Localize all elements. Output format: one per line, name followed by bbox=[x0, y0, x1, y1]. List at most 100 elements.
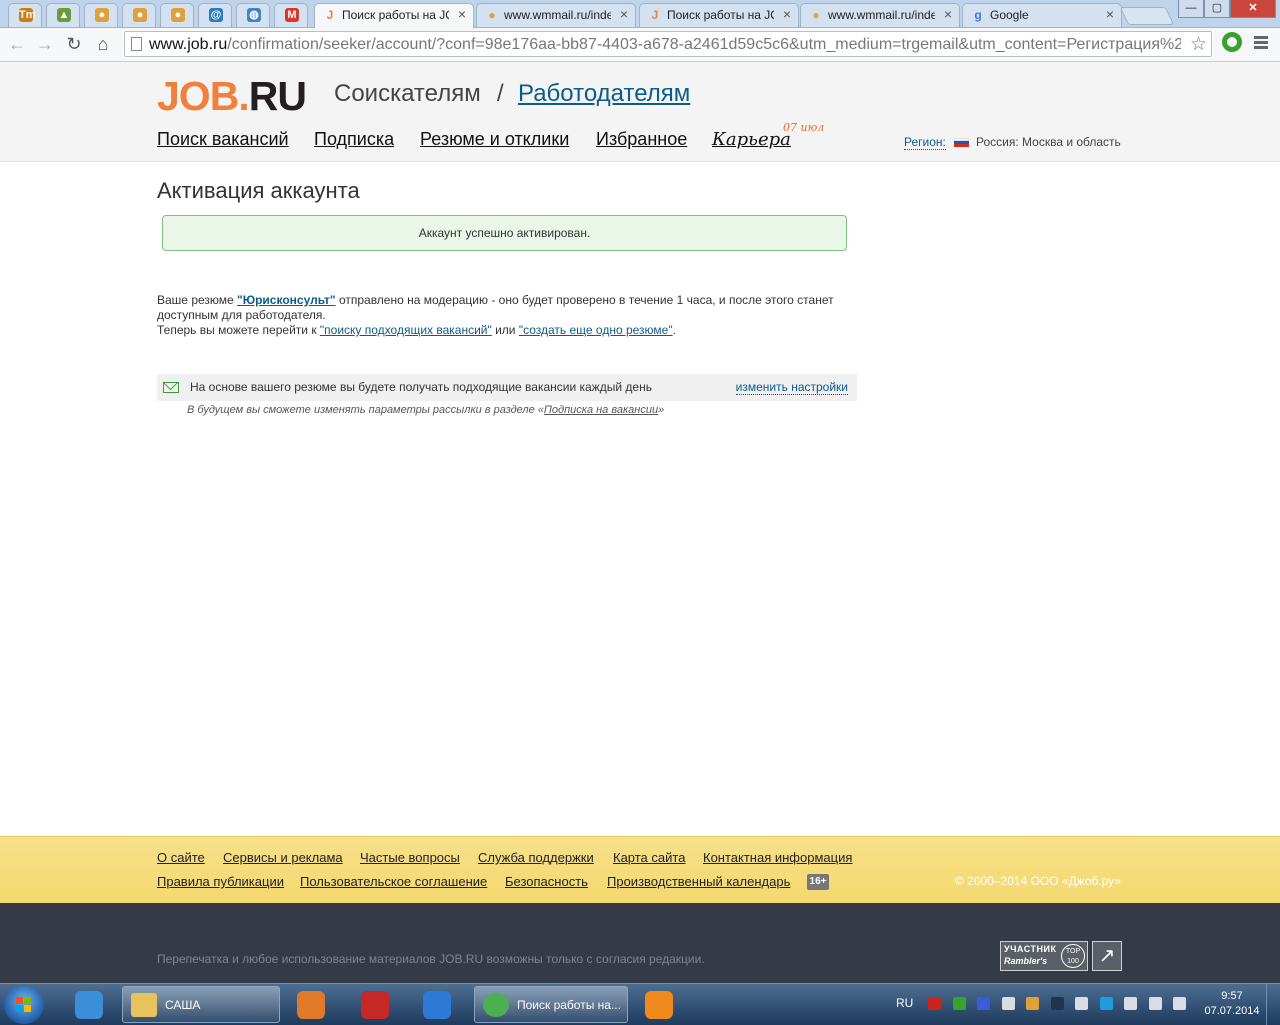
copyright: © 2000–2014 ООО «Джоб.ру» bbox=[955, 874, 1121, 888]
job-ru-icon: J bbox=[651, 8, 659, 22]
job-ru-icon: J bbox=[326, 8, 334, 22]
vacancy-subscription-link[interactable]: Подписка на вакансии bbox=[544, 404, 658, 416]
speaker-icon[interactable] bbox=[1075, 997, 1088, 1010]
audience-employers-link[interactable]: Работодателям bbox=[518, 80, 690, 108]
forward-icon[interactable]: → bbox=[34, 33, 56, 55]
pinned-tab[interactable]: Tm bbox=[8, 3, 42, 27]
media-player-icon[interactable] bbox=[284, 986, 338, 1023]
maximize-button[interactable]: ▢ bbox=[1204, 0, 1230, 18]
taskbar-task[interactable]: САША bbox=[122, 986, 280, 1023]
browser-tab[interactable]: J Поиск работы на JOB.RU × bbox=[314, 3, 474, 28]
reprint-notice: Перепечатка и любое использование матери… bbox=[157, 952, 705, 966]
disk-icon[interactable] bbox=[1001, 997, 1015, 1010]
footer-security[interactable]: Безопасность bbox=[505, 874, 588, 889]
address-bar[interactable]: www.job.ru/confirmation/seeker/account/?… bbox=[124, 31, 1212, 57]
pinned-tab[interactable]: ▲ bbox=[46, 3, 80, 27]
close-tab-icon[interactable]: × bbox=[1106, 6, 1114, 22]
resume-name-link[interactable]: "Юрисконсульт" bbox=[237, 293, 336, 307]
action-center-flag-icon[interactable] bbox=[1124, 997, 1137, 1010]
nav-favorites[interactable]: Избранное bbox=[596, 129, 687, 150]
create-resume-link[interactable]: "создать еще одно резюме" bbox=[519, 323, 673, 337]
page-title: Активация аккаунта bbox=[157, 178, 360, 203]
nav-subscription[interactable]: Подписка bbox=[314, 129, 394, 150]
skype-icon[interactable] bbox=[1099, 997, 1113, 1010]
close-tab-icon[interactable]: × bbox=[620, 6, 628, 22]
close-window-button[interactable]: ✕ bbox=[1230, 0, 1276, 18]
show-desktop-button[interactable] bbox=[1266, 984, 1280, 1025]
wmmail-icon: ● bbox=[95, 8, 109, 22]
mail-at-icon: @ bbox=[209, 8, 223, 22]
network-icon[interactable] bbox=[1148, 997, 1162, 1010]
input-language[interactable]: RU bbox=[896, 996, 913, 1010]
footer-user-agreement[interactable]: Пользовательское соглашение bbox=[300, 874, 487, 889]
footer-contacts[interactable]: Контактная информация bbox=[703, 850, 852, 865]
browser-tab[interactable]: g Google × bbox=[962, 3, 1122, 27]
find-vacancies-link[interactable]: "поиску подходящих вакансий" bbox=[320, 323, 492, 337]
pinned-tab[interactable]: M bbox=[274, 3, 308, 27]
rambler-top100-badge[interactable]: УЧАСТНИК Rambler's TOP 100 bbox=[1000, 941, 1088, 971]
footer-calendar[interactable]: Производственный календарь bbox=[607, 874, 790, 889]
browser-toolbar: ← → ↻ ⌂ www.job.ru/confirmation/seeker/a… bbox=[0, 28, 1280, 62]
chrome-menu-icon[interactable] bbox=[1254, 36, 1268, 51]
browser-tab-strip: Tm ▲ ● ● ● @ ◍ M J Поиск работы на JOB.RU × ● www.w… bbox=[0, 0, 1280, 28]
footer-sitemap[interactable]: Карта сайта bbox=[613, 850, 685, 865]
monitor-icon[interactable] bbox=[1050, 997, 1064, 1010]
bookmark-star-icon[interactable]: ☆ bbox=[1190, 33, 1207, 56]
taskbar-task[interactable]: Поиск работы на... bbox=[474, 986, 628, 1023]
close-tab-icon[interactable]: × bbox=[783, 6, 791, 22]
footer-bottom: Перепечатка и любое использование матери… bbox=[0, 903, 1280, 983]
zynga-icon[interactable] bbox=[348, 986, 402, 1023]
browser-tab[interactable]: J Поиск работы на JOB.RU × bbox=[639, 3, 799, 27]
flag-ru-icon[interactable] bbox=[977, 997, 990, 1010]
career-date: 07 июл bbox=[783, 121, 825, 134]
change-settings-link[interactable]: изменить настройки bbox=[735, 380, 848, 395]
wmmail-tray-icon[interactable] bbox=[1026, 997, 1039, 1010]
power-icon[interactable] bbox=[1173, 997, 1186, 1010]
ie-icon[interactable] bbox=[62, 986, 116, 1023]
close-tab-icon[interactable]: × bbox=[458, 6, 466, 22]
age-rating-badge: 16+ bbox=[807, 874, 829, 890]
footer-publication-rules[interactable]: Правила публикации bbox=[157, 874, 284, 889]
address-url[interactable]: www.job.ru/confirmation/seeker/account/?… bbox=[149, 36, 1181, 54]
pinned-tab[interactable]: ● bbox=[160, 3, 194, 27]
footer-support[interactable]: Служба поддержки bbox=[478, 850, 594, 865]
russia-flag-icon bbox=[954, 138, 969, 147]
clock[interactable]: 9:57 07.07.2014 bbox=[1200, 989, 1264, 1019]
extension-icon[interactable] bbox=[1222, 32, 1242, 52]
wmmail-icon: ● bbox=[812, 8, 820, 22]
network-green-icon[interactable] bbox=[952, 997, 966, 1010]
footer-about[interactable]: О сайте bbox=[157, 850, 205, 865]
nav-resumes-responses[interactable]: Резюме и отклики bbox=[420, 129, 569, 150]
job-ru-logo[interactable]: JOB.RU bbox=[157, 74, 307, 118]
footer-services[interactable]: Сервисы и реклама bbox=[223, 850, 343, 865]
footer-faq[interactable]: Частые вопросы bbox=[360, 850, 460, 865]
close-tab-icon[interactable]: × bbox=[944, 6, 952, 22]
home-icon[interactable]: ⌂ bbox=[92, 33, 114, 55]
start-button[interactable] bbox=[4, 986, 44, 1024]
pinned-tab[interactable]: @ bbox=[198, 3, 232, 27]
pinned-tab[interactable]: ● bbox=[84, 3, 118, 27]
odnoklassniki-icon[interactable] bbox=[632, 986, 686, 1023]
url-host: www.job.ru bbox=[149, 36, 228, 53]
nav-career[interactable]: Карьера bbox=[712, 129, 791, 150]
folder-icon bbox=[131, 993, 157, 1017]
back-icon[interactable]: ← bbox=[6, 33, 28, 55]
liveinternet-counter-icon[interactable]: ↗ bbox=[1092, 941, 1122, 971]
minimize-button[interactable]: — bbox=[1178, 0, 1204, 18]
task-title: САША bbox=[165, 998, 201, 1012]
region-selector[interactable]: Регион: bbox=[904, 135, 946, 150]
pinned-tab[interactable]: ◍ bbox=[236, 3, 270, 27]
reload-icon[interactable]: ↻ bbox=[63, 33, 85, 55]
mail-agent-icon[interactable] bbox=[410, 986, 464, 1023]
audience-seekers: Соискателям bbox=[334, 80, 481, 107]
nav-vacancy-search[interactable]: Поиск вакансий bbox=[157, 129, 289, 150]
browser-tab[interactable]: ● www.wmmail.ru/index.php × bbox=[800, 3, 960, 27]
browser-tab[interactable]: ● www.wmmail.ru/index.php × bbox=[476, 3, 636, 27]
site-header: JOB.RU Соискателям / Работодателям Поиск… bbox=[0, 62, 1280, 162]
envelope-icon bbox=[163, 382, 179, 393]
new-tab-button[interactable] bbox=[1119, 7, 1175, 25]
adobe-icon[interactable] bbox=[928, 997, 941, 1010]
landscape-icon: ▲ bbox=[57, 8, 71, 22]
pinned-tab[interactable]: ● bbox=[122, 3, 156, 27]
chrome-icon bbox=[483, 993, 509, 1017]
